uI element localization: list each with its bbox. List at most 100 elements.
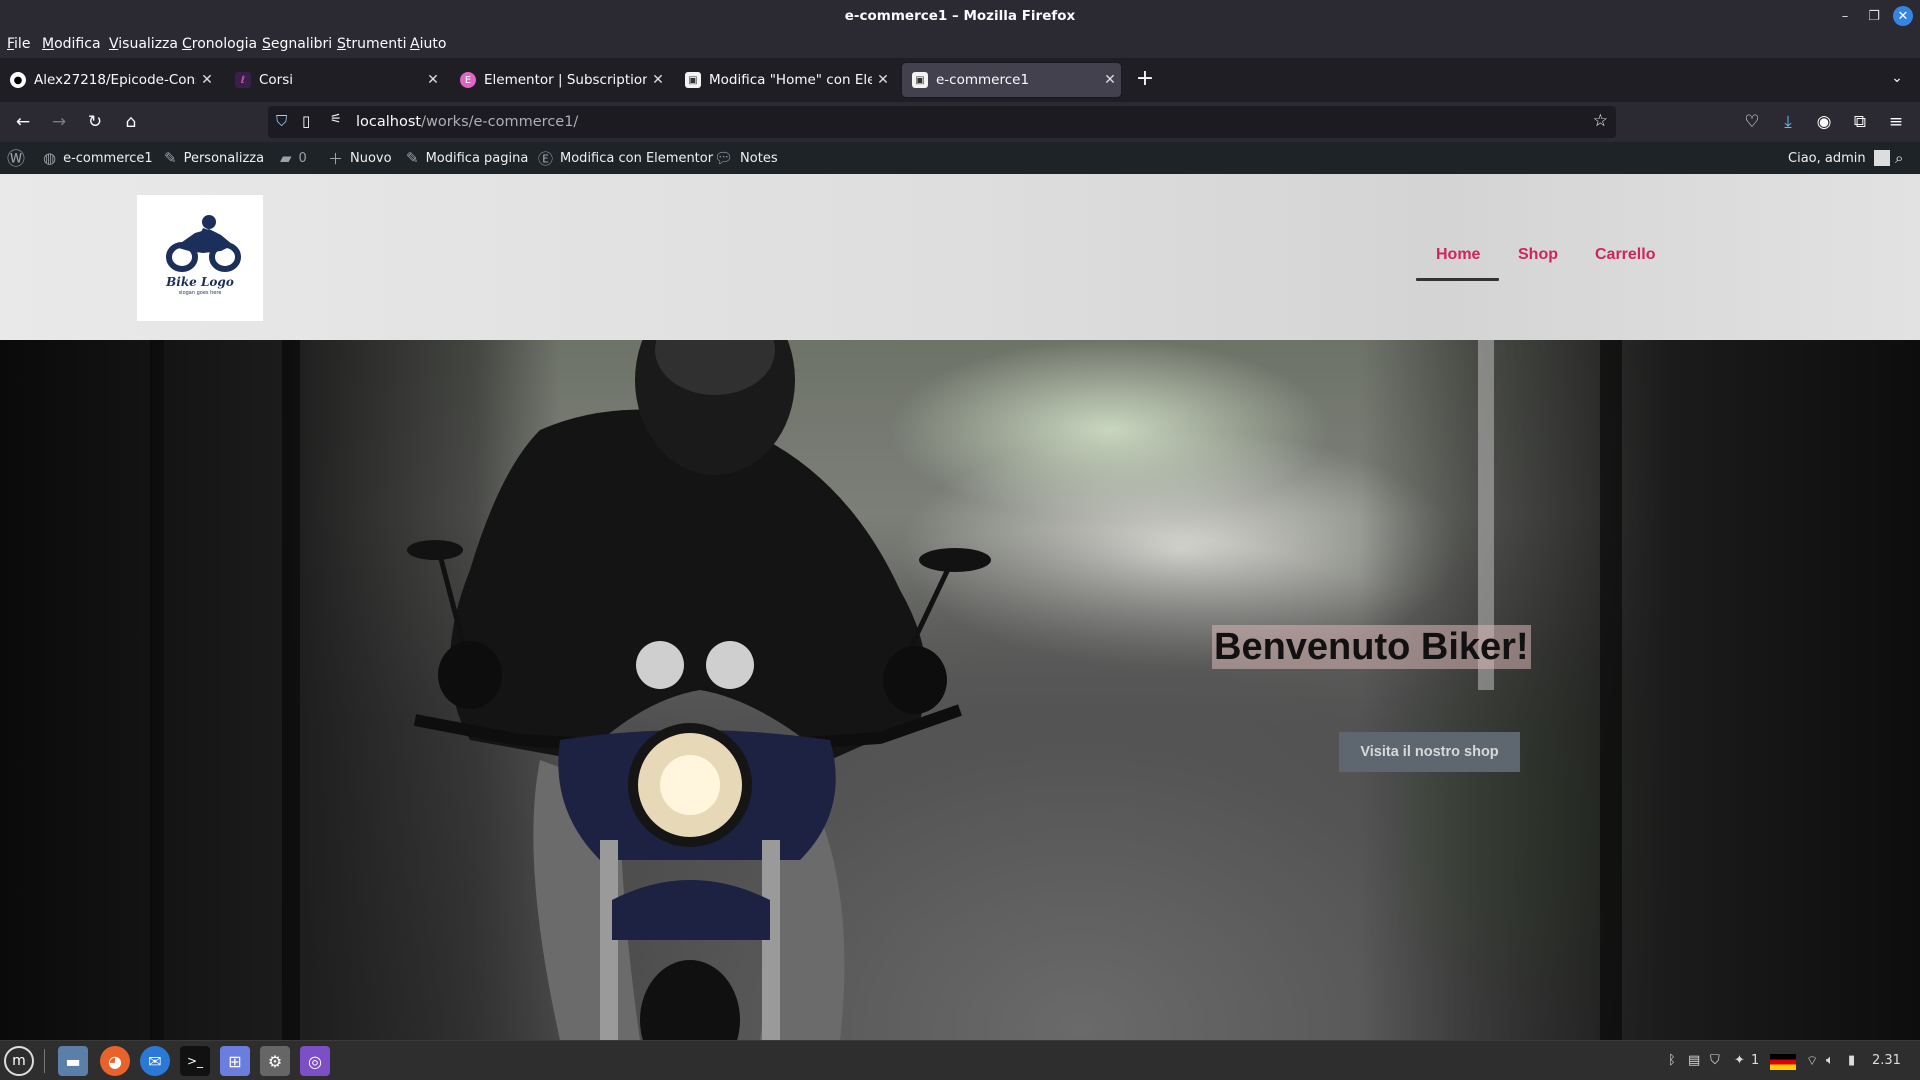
wp-customize-label: Personalizza: [183, 150, 265, 166]
wp-edit-page-link[interactable]: ✎ Modifica pagina: [406, 142, 528, 174]
notification-icon[interactable]: ✦: [1734, 1053, 1745, 1068]
wp-site-name: e-commerce1: [63, 150, 153, 166]
comment-icon: ▰: [280, 149, 292, 167]
avatar: [1873, 150, 1890, 166]
hero-motorcyclist-image: [150, 340, 1622, 1040]
wifi-icon[interactable]: ⌔: [1806, 1053, 1818, 1069]
window-title: e-commerce1 – Mozilla Firefox: [844, 8, 1076, 24]
taskbar: m ▬ ◕ ✉ >_ ⊞ ⚙ ◎ ᛒ ▤ ⛉ ✦ 1 ⌔ 🔈︎ ▮ 2.31: [0, 1040, 1920, 1080]
page-icon[interactable]: ▯: [302, 112, 310, 130]
wordpress-logo-icon[interactable]: Ⓦ: [7, 142, 32, 174]
tab-label: e-commerce1: [936, 72, 1030, 88]
files-icon[interactable]: ▬: [58, 1046, 88, 1076]
nav-active-indicator: [1416, 278, 1499, 281]
menu-strumenti[interactable]: Strumenti: [337, 36, 407, 52]
battery-icon[interactable]: ▮: [1848, 1053, 1855, 1068]
wp-notes-label: Notes: [740, 150, 778, 166]
url-bar[interactable]: ⛉ ▯ ⚟ localhost/works/e-commerce1/ ☆: [268, 106, 1616, 138]
home-icon[interactable]: ⌂: [118, 110, 144, 134]
wp-site-link[interactable]: ◍ e-commerce1: [43, 142, 153, 174]
menu-file[interactable]: File: [7, 36, 30, 52]
site-icon: ▣: [685, 72, 701, 88]
site-header: Bike Logo slogan goes here Home Shop Car…: [0, 174, 1920, 340]
shield-icon[interactable]: ⛉: [1710, 1053, 1720, 1068]
downloads-icon[interactable]: ⤓: [1775, 110, 1801, 134]
close-tab-icon[interactable]: ✕: [196, 72, 218, 88]
wp-account-link[interactable]: Ciao, admin: [1788, 142, 1890, 174]
notification-count: 1: [1751, 1053, 1760, 1068]
close-window-button[interactable]: ✕: [1893, 6, 1913, 26]
elementor-icon: Ⓔ: [538, 149, 554, 168]
website-viewport: Bike Logo slogan goes here Home Shop Car…: [0, 174, 1920, 1040]
terminal-icon[interactable]: >_: [180, 1046, 210, 1076]
tab-modifica-home[interactable]: ▣ Modifica "Home" con Eleme ✕: [675, 63, 894, 97]
navigation-toolbar: ← → ↻ ⌂ ⛉ ▯ ⚟ localhost/works/e-commerce…: [0, 102, 1920, 142]
wp-notes-link[interactable]: 💬︎ Notes: [714, 142, 778, 174]
hero-section: Benvenuto Biker! Visita il nostro shop: [0, 340, 1920, 1040]
maximize-button[interactable]: ❐: [1861, 0, 1887, 32]
url-text[interactable]: localhost/works/e-commerce1/: [356, 114, 578, 130]
tab-corsi[interactable]: ℓ Corsi ✕: [225, 63, 444, 97]
volume-icon[interactable]: 🔈︎: [1826, 1053, 1834, 1068]
nav-home[interactable]: Home: [1436, 246, 1480, 264]
elementor-icon: E: [460, 72, 476, 88]
close-tab-icon[interactable]: ✕: [647, 72, 669, 88]
close-tab-icon[interactable]: ✕: [1099, 72, 1121, 88]
menu-aiuto[interactable]: Aiuto: [410, 36, 446, 52]
pencil-icon: ✎: [406, 149, 419, 167]
wp-new-label: Nuovo: [350, 150, 392, 166]
visit-shop-button[interactable]: Visita il nostro shop: [1339, 732, 1520, 772]
site-logo[interactable]: Bike Logo slogan goes here: [137, 195, 263, 321]
keyboard-layout-flag-icon[interactable]: [1770, 1054, 1796, 1070]
tab-label: Alex27218/Epicode-Conseg: [34, 72, 196, 88]
window-titlebar: e-commerce1 – Mozilla Firefox – ❐ ✕: [0, 0, 1920, 32]
mint-menu-icon[interactable]: m: [4, 1046, 34, 1076]
hamburger-menu-icon[interactable]: ≡: [1883, 110, 1909, 134]
nav-shop[interactable]: Shop: [1518, 246, 1558, 264]
shield-icon[interactable]: ⛉: [276, 112, 287, 130]
list-tabs-chevron-icon[interactable]: ⌄: [1884, 66, 1910, 90]
firefox-icon[interactable]: ◕: [100, 1046, 130, 1076]
tab-bar: ● Alex27218/Epicode-Conseg ✕ ℓ Corsi ✕ E…: [0, 58, 1920, 102]
account-icon[interactable]: ◉: [1811, 110, 1837, 134]
url-path: /works/e-commerce1/: [421, 114, 579, 130]
thunderbird-icon[interactable]: ✉: [140, 1046, 170, 1076]
clock[interactable]: 2.31: [1872, 1053, 1901, 1068]
wp-search-icon[interactable]: ⌕: [1895, 142, 1903, 174]
wp-new-link[interactable]: ＋ Nuovo: [328, 142, 392, 174]
tab-github[interactable]: ● Alex27218/Epicode-Conseg ✕: [0, 63, 218, 97]
forward-arrow-icon[interactable]: →: [46, 110, 72, 134]
plus-icon: ＋: [328, 149, 344, 168]
bluetooth-icon[interactable]: ᛒ: [1668, 1053, 1676, 1068]
pocket-icon[interactable]: ♡: [1739, 110, 1765, 134]
permissions-icon[interactable]: ⚟: [330, 112, 342, 127]
brush-icon: ✎: [164, 149, 177, 167]
wp-customize-link[interactable]: ✎ Personalizza: [164, 142, 264, 174]
close-tab-icon[interactable]: ✕: [872, 72, 894, 88]
menu-cronologia[interactable]: Cronologia: [182, 36, 257, 52]
tab-elementor[interactable]: E Elementor | Subscriptions ✕: [450, 63, 669, 97]
new-tab-button[interactable]: +: [1132, 66, 1158, 91]
menu-visualizza[interactable]: Visualizza: [109, 36, 178, 52]
menu-segnalibri[interactable]: Segnalibri: [262, 36, 332, 52]
wp-admin-bar: Ⓦ ◍ e-commerce1 ✎ Personalizza ▰ 0 ＋ Nuovo ✎…: [0, 142, 1920, 174]
settings-gear-icon[interactable]: ⚙: [260, 1046, 290, 1076]
extensions-icon[interactable]: ⧉: [1847, 110, 1873, 134]
clipboard-icon[interactable]: ▤: [1688, 1053, 1700, 1068]
tab-label: Modifica "Home" con Eleme: [709, 72, 872, 88]
corsi-icon: ℓ: [235, 72, 251, 88]
tab-ecommerce1[interactable]: ▣ e-commerce1 ✕: [902, 63, 1121, 97]
github-desktop-icon[interactable]: ◎: [300, 1046, 330, 1076]
site-icon: ▣: [912, 72, 928, 88]
motorbike-logo-icon: [166, 215, 241, 272]
nav-carrello[interactable]: Carrello: [1595, 246, 1655, 264]
back-arrow-icon[interactable]: ←: [10, 110, 36, 134]
close-tab-icon[interactable]: ✕: [422, 72, 444, 88]
screenshot-icon[interactable]: ⊞: [220, 1046, 250, 1076]
wp-edit-elementor-link[interactable]: Ⓔ Modifica con Elementor: [538, 142, 713, 174]
reload-icon[interactable]: ↻: [82, 110, 108, 134]
menu-modifica[interactable]: Modifica: [42, 36, 101, 52]
minimize-button[interactable]: –: [1832, 0, 1858, 32]
wp-comments-link[interactable]: ▰ 0: [280, 142, 307, 174]
bookmark-star-icon[interactable]: ☆: [1593, 111, 1608, 131]
